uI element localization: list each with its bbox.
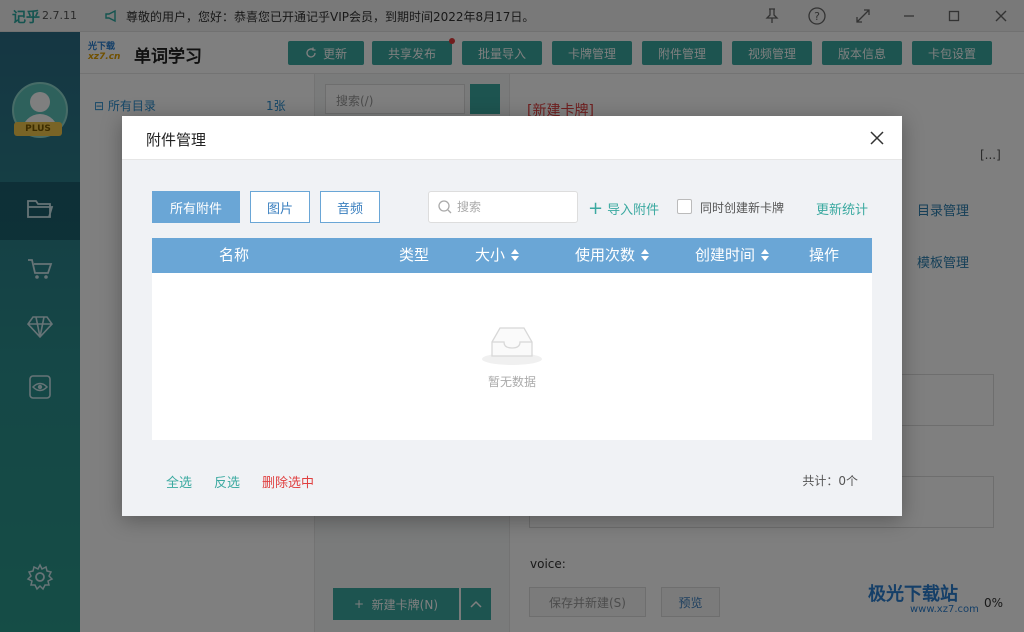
col-name: 名称 xyxy=(218,246,249,264)
create-card-label: 同时创建新卡牌 xyxy=(700,201,785,215)
filter-audio-button[interactable]: 音频 xyxy=(320,191,380,223)
col-action: 操作 xyxy=(808,246,839,264)
delete-selected-link[interactable]: 删除选中 xyxy=(262,472,314,491)
refresh-stats-link[interactable]: 更新统计 xyxy=(816,199,868,218)
sort-icon xyxy=(761,248,769,261)
total-count: 共计：0个 xyxy=(802,474,858,488)
filter-all-button[interactable]: 所有附件 xyxy=(152,191,240,223)
plus-icon: + xyxy=(588,197,604,219)
col-usage[interactable]: 使用次数 xyxy=(552,238,672,273)
search-icon xyxy=(437,199,453,219)
table-header: 名称 类型 大小 使用次数 创建时间 操作 xyxy=(152,238,872,273)
sort-icon xyxy=(641,248,649,261)
empty-text: 暂无数据 xyxy=(487,375,536,389)
attachment-search xyxy=(428,191,578,223)
create-card-checkbox[interactable] xyxy=(677,199,692,214)
select-all-link[interactable]: 全选 xyxy=(166,472,192,491)
attachment-dialog: 附件管理 所有附件 图片 音频 +导入附件 同时创建新卡牌 更新统计 名称 类型… xyxy=(122,116,902,516)
invert-select-link[interactable]: 反选 xyxy=(214,472,240,491)
close-icon[interactable] xyxy=(866,127,888,149)
col-type: 类型 xyxy=(398,246,429,264)
attachment-search-input[interactable] xyxy=(457,192,575,222)
empty-inbox-icon xyxy=(478,324,546,370)
sort-icon xyxy=(511,248,519,261)
col-created[interactable]: 创建时间 xyxy=(672,238,792,273)
import-attachment-button[interactable]: + 导入附件 xyxy=(588,199,659,218)
dialog-title: 附件管理 xyxy=(146,131,207,149)
col-size[interactable]: 大小 xyxy=(452,238,542,273)
dialog-header: 附件管理 xyxy=(122,116,902,160)
attachment-table: 名称 类型 大小 使用次数 创建时间 操作 暂无数据 xyxy=(152,238,872,440)
filter-image-button[interactable]: 图片 xyxy=(250,191,310,223)
